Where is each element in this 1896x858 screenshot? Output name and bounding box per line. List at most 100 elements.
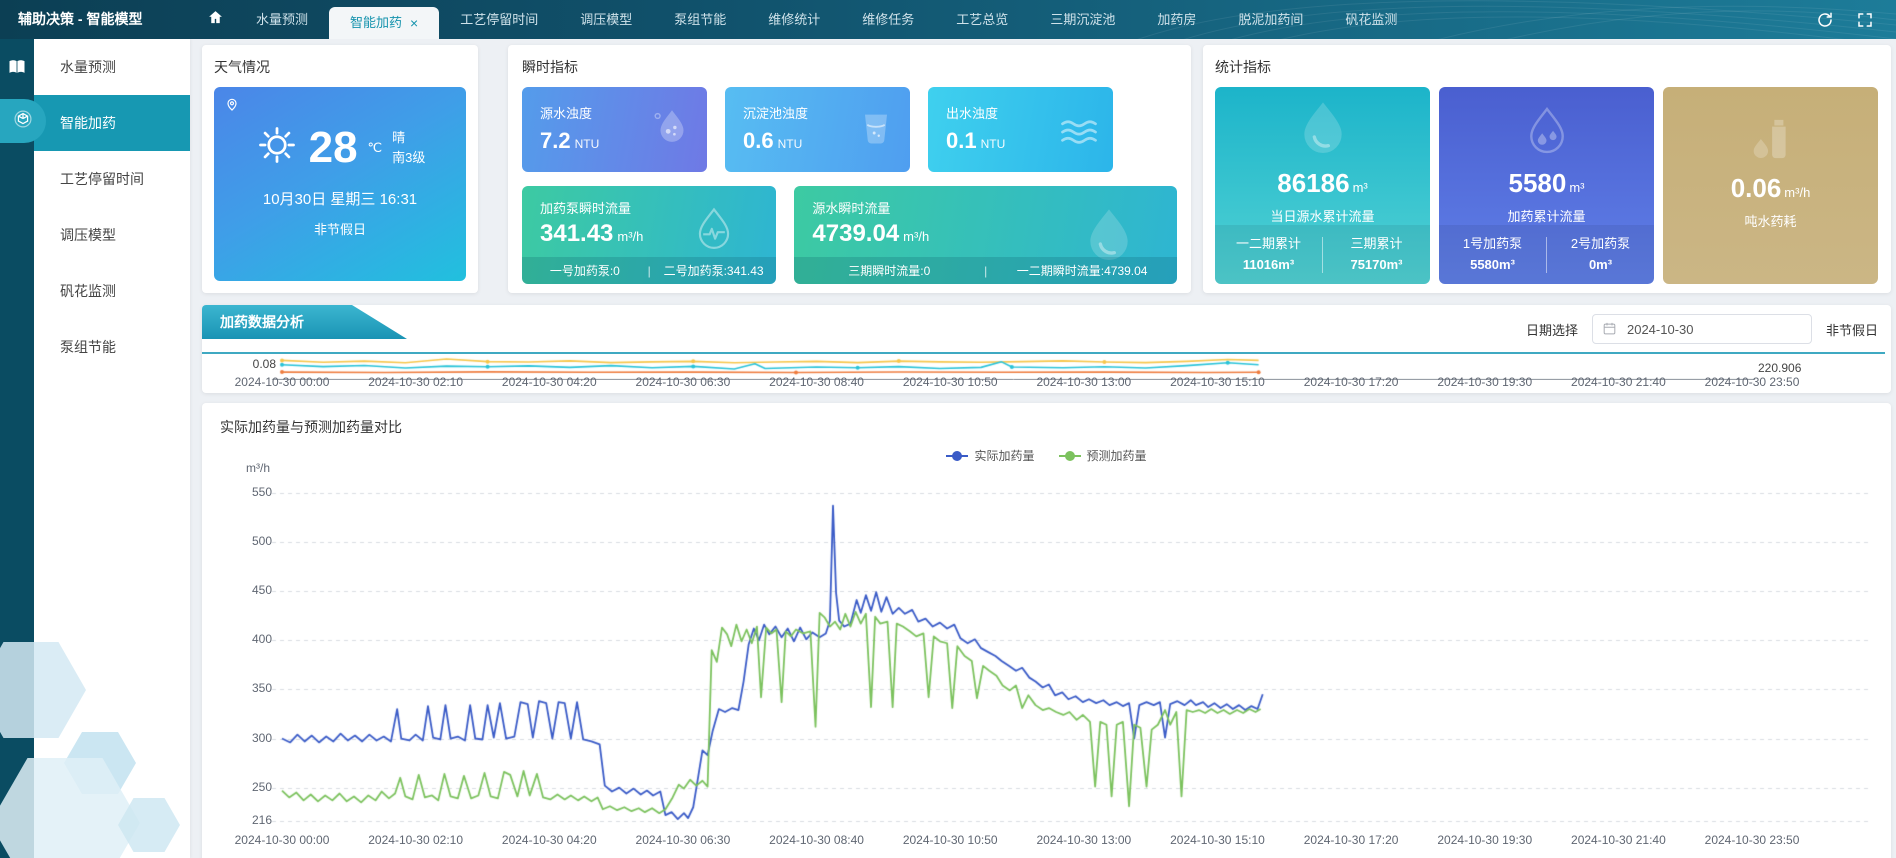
topbar-tab[interactable]: 矾花监测	[1324, 0, 1418, 39]
x-axis-tick-label: 2024-10-30 10:50	[885, 375, 1015, 389]
y-axis-tick-label: 400	[222, 632, 272, 646]
stat-footer-value: 5580m³	[1439, 255, 1546, 276]
stat-card-icon-zone	[1663, 87, 1878, 171]
refresh-icon[interactable]	[1816, 11, 1834, 29]
stat-footer-value: 0m³	[1547, 255, 1654, 276]
flow-footer-item: 一二期瞬时流量:4739.04	[987, 262, 1177, 279]
icon-rail	[0, 39, 34, 858]
date-input[interactable]	[1592, 314, 1812, 344]
topbar-tab[interactable]: 调压模型	[559, 0, 653, 39]
pulse-drop-icon	[688, 204, 740, 261]
stat-card-icon-zone	[1215, 87, 1430, 166]
topbar-tab[interactable]: 泵组节能	[653, 0, 747, 39]
legend-item[interactable]: 实际加药量	[946, 447, 1034, 464]
sidebar-item[interactable]: 调压模型	[34, 207, 190, 263]
sidebar-item[interactable]: 工艺停留时间	[34, 151, 190, 207]
home-icon	[207, 9, 224, 31]
flow-card-footer: 三期瞬时流量:0|一二期瞬时流量:4739.04	[794, 257, 1177, 284]
flow-card: 加药泵瞬时流量341.43m³/h一号加药泵:0|二号加药泵:341.43	[522, 186, 776, 284]
temperature-unit: ℃	[368, 140, 383, 156]
topbar-tab[interactable]: 脱泥加药间	[1217, 0, 1324, 39]
legend-marker-icon	[1059, 451, 1081, 461]
x-axis-tick-label: 2024-10-30 21:40	[1553, 833, 1683, 847]
calendar-icon	[1602, 321, 1617, 341]
topbar-tab[interactable]: 工艺总览	[935, 0, 1029, 39]
topbar-tab[interactable]: 维修统计	[747, 0, 841, 39]
legend-marker-dot	[1065, 451, 1075, 461]
compare-chart-x-axis: 2024-10-30 00:002024-10-30 02:102024-10-…	[202, 833, 1891, 849]
sparkline-x-axis: 2024-10-30 00:002024-10-30 02:102024-10-…	[202, 375, 1891, 391]
topbar-tab-label: 三期沉淀池	[1050, 12, 1115, 27]
x-axis-tick-label: 2024-10-30 04:20	[484, 833, 614, 847]
topbar-tab[interactable]: 维修任务	[841, 0, 935, 39]
legend-marker-dot	[952, 451, 962, 461]
topbar-tab[interactable]: 工艺停留时间	[439, 0, 559, 39]
sidebar-item[interactable]: 智能加药	[34, 95, 190, 151]
flow-footer-item: 一号加药泵:0	[522, 262, 648, 279]
main-frame: 水量预测智能加药工艺停留时间调压模型矾花监测泵组节能 天气情况	[0, 39, 1896, 858]
date-text: 10月30日	[263, 191, 326, 208]
weather-section-title: 天气情况	[214, 57, 466, 77]
x-axis-tick-label: 2024-10-30 02:10	[351, 375, 481, 389]
turbidity-card-row: 源水浊度7.2NTU沉淀池浊度0.6NTU出水浊度0.1NTU	[522, 87, 1177, 172]
fullscreen-icon[interactable]	[1856, 11, 1874, 29]
x-axis-tick-label: 2024-10-30 02:10	[351, 833, 481, 847]
turbidity-card: 出水浊度0.1NTU	[928, 87, 1113, 172]
stat-card: 5580m³加药累计流量1号加药泵5580m³2号加药泵0m³	[1439, 87, 1654, 284]
waves-icon	[1057, 105, 1101, 154]
topbar-tab[interactable]: 水量预测	[235, 0, 329, 39]
x-axis-tick-label: 2024-10-30 10:50	[885, 833, 1015, 847]
legend-marker-icon	[946, 451, 968, 461]
water-drop-icon	[1291, 97, 1355, 166]
topbar-tab-label: 工艺停留时间	[460, 12, 538, 27]
sidebar-item[interactable]: 水量预测	[34, 39, 190, 95]
sidebar-item[interactable]: 泵组节能	[34, 319, 190, 375]
x-axis-tick-label: 2024-10-30 13:00	[1019, 833, 1149, 847]
turbidity-unit: NTU	[778, 137, 803, 151]
topbar-tab[interactable]: 加药房	[1136, 0, 1217, 39]
topbar-tab-label: 调压模型	[580, 12, 632, 27]
topbar-tab-label: 泵组节能	[674, 12, 726, 27]
weather-main-row: 28 ℃ 晴 南3级	[214, 87, 466, 172]
x-axis-tick-label: 2024-10-30 06:30	[618, 375, 748, 389]
x-axis-tick-label: 2024-10-30 06:30	[618, 833, 748, 847]
topbar-tab-label: 工艺总览	[956, 12, 1008, 27]
home-button[interactable]	[195, 0, 235, 39]
weather-date-row: 10月30日 星期三 16:31	[214, 188, 466, 209]
stat-footer-item: 三期累计75170m³	[1323, 234, 1430, 276]
x-axis-tick-label: 2024-10-30 04:20	[484, 375, 614, 389]
topbar-tab[interactable]: 智能加药×	[329, 7, 439, 39]
model-rail-button[interactable]	[0, 99, 46, 143]
instant-section-title: 瞬时指标	[522, 57, 1177, 77]
topbar-tab-label: 智能加药	[350, 7, 402, 39]
topbar-tab-label: 水量预测	[256, 12, 308, 27]
statistics-card: 统计指标 86186m³当日源水累计流量一二期累计11016m³三期累计7517…	[1203, 45, 1891, 293]
stat-footer-label: 三期累计	[1323, 234, 1430, 255]
compare-chart-canvas[interactable]	[202, 481, 1891, 858]
stat-footer-value: 11016m³	[1215, 255, 1322, 276]
stat-unit: m³/h	[1784, 185, 1810, 200]
sidebar-item[interactable]: 矾花监测	[34, 263, 190, 319]
analysis-ribbon-title: 加药数据分析	[202, 305, 407, 339]
compare-chart-card: 实际加药量与预测加药量对比 实际加药量预测加药量 m³/h 2024-10-30…	[202, 403, 1891, 858]
temperature-value: 28	[309, 126, 358, 170]
y-axis-tick-label: 250	[222, 780, 272, 794]
weather-panel: 28 ℃ 晴 南3级 10月30日 星期三 16:31 非节假日	[214, 87, 466, 281]
time-text: 16:31	[380, 191, 418, 208]
x-axis-tick-label: 2024-10-30 19:30	[1420, 375, 1550, 389]
sparkline-max-label: 220.906	[1758, 361, 1801, 375]
date-picker-row: 日期选择 非节假日	[1526, 314, 1878, 344]
topbar-tab[interactable]: 三期沉淀池	[1029, 0, 1136, 39]
book-icon[interactable]	[0, 39, 34, 77]
stat-footer-value: 75170m³	[1323, 255, 1430, 276]
legend-item[interactable]: 预测加药量	[1059, 447, 1147, 464]
flow-footer-item: 三期瞬时流量:0	[794, 262, 984, 279]
legend-label: 预测加药量	[1087, 447, 1147, 464]
topbar: 辅助决策 - 智能模型 水量预测智能加药×工艺停留时间调压模型泵组节能维修统计维…	[0, 0, 1896, 39]
y-axis-unit-label: m³/h	[246, 461, 270, 475]
tab-close-icon[interactable]: ×	[410, 7, 418, 39]
stat-label: 当日源水累计流量	[1215, 206, 1430, 225]
app-root: 辅助决策 - 智能模型 水量预测智能加药×工艺停留时间调压模型泵组节能维修统计维…	[0, 0, 1896, 858]
y-axis-tick-label: 450	[222, 583, 272, 597]
topbar-tab-label: 脱泥加药间	[1238, 12, 1303, 27]
